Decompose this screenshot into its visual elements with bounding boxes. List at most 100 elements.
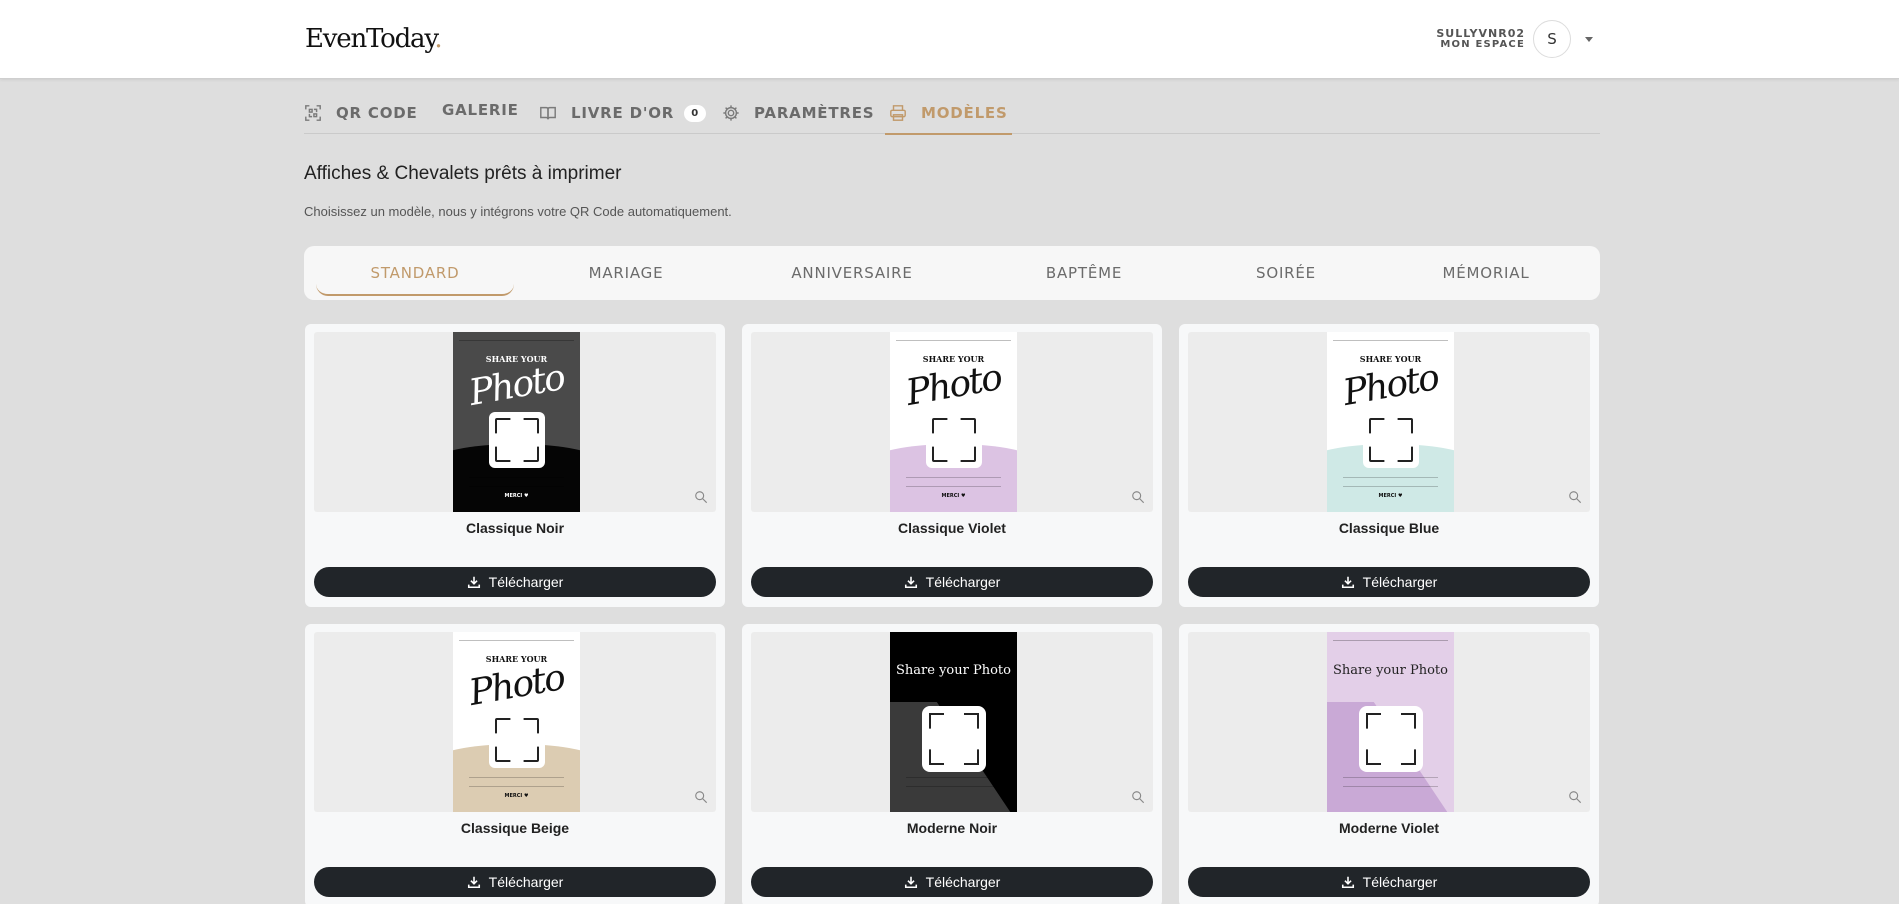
tab-label: PARAMÈTRES bbox=[754, 104, 875, 122]
printer-icon bbox=[890, 105, 906, 121]
template-preview[interactable]: Share your Photo bbox=[1188, 632, 1590, 812]
qr-code-icon bbox=[305, 105, 321, 121]
poster-fine-print bbox=[1343, 477, 1438, 487]
poster-fine-print bbox=[906, 477, 1001, 487]
poster-fine-print bbox=[906, 777, 1001, 787]
book-icon bbox=[540, 106, 556, 120]
tab-qr-code[interactable]: QR CODE bbox=[304, 92, 418, 134]
qr-placeholder bbox=[489, 712, 545, 768]
download-label: Télécharger bbox=[488, 574, 564, 590]
download-button[interactable]: Télécharger bbox=[751, 867, 1153, 897]
poster-rule bbox=[896, 640, 1011, 641]
poster-fine-print bbox=[469, 777, 564, 787]
template-card: SHARE YOUR Photo MERCI ♥ Classique Viole… bbox=[742, 324, 1162, 607]
template-preview[interactable]: Share your Photo bbox=[751, 632, 1153, 812]
download-button[interactable]: Télécharger bbox=[751, 567, 1153, 597]
poster-fine-print bbox=[469, 477, 564, 487]
poster-thumbnail: SHARE YOUR Photo MERCI ♥ bbox=[1327, 332, 1454, 512]
poster-rule bbox=[1333, 640, 1448, 641]
poster-fine-print bbox=[1343, 777, 1438, 787]
download-button[interactable]: Télécharger bbox=[314, 567, 716, 597]
user-menu[interactable]: SULLYVNR02 MON ESPACE S bbox=[1436, 20, 1593, 58]
user-space-label: MON ESPACE bbox=[1440, 39, 1525, 50]
download-button[interactable]: Télécharger bbox=[1188, 567, 1590, 597]
poster-thumbnail: SHARE YOUR Photo MERCI ♥ bbox=[453, 332, 580, 512]
template-name: Classique Beige bbox=[460, 820, 570, 836]
download-icon bbox=[467, 876, 480, 889]
poster-thumbnail: Share your Photo bbox=[1327, 632, 1454, 812]
download-icon bbox=[1341, 876, 1354, 889]
zoom-icon[interactable] bbox=[694, 790, 708, 804]
template-name: Classique Violet bbox=[898, 520, 1006, 536]
gear-icon bbox=[723, 105, 739, 121]
template-card: SHARE YOUR Photo MERCI ♥ Classique Blue … bbox=[1179, 324, 1599, 607]
tab-parametres[interactable]: PARAMÈTRES bbox=[722, 92, 874, 134]
download-button[interactable]: Télécharger bbox=[1188, 867, 1590, 897]
template-preview[interactable]: SHARE YOUR Photo MERCI ♥ bbox=[314, 332, 716, 512]
qr-placeholder bbox=[489, 412, 545, 468]
category-standard[interactable]: STANDARD bbox=[310, 246, 520, 300]
download-icon bbox=[467, 576, 480, 589]
qr-placeholder bbox=[1359, 706, 1423, 772]
template-name: Classique Noir bbox=[465, 520, 565, 536]
tab-modeles[interactable]: MODÈLES bbox=[885, 92, 1012, 135]
category-anniversaire[interactable]: ANNIVERSAIRE bbox=[732, 246, 972, 300]
download-icon bbox=[1341, 576, 1354, 589]
category-soiree[interactable]: SOIRÉE bbox=[1196, 246, 1376, 300]
category-memorial[interactable]: MÉMORIAL bbox=[1378, 246, 1594, 300]
poster-merci: MERCI ♥ bbox=[504, 793, 529, 799]
avatar[interactable]: S bbox=[1533, 20, 1571, 58]
zoom-icon[interactable] bbox=[1131, 490, 1145, 504]
poster-rule bbox=[1333, 340, 1448, 341]
template-name: Moderne Violet bbox=[1338, 820, 1440, 836]
brand-logo[interactable]: EvenToday. bbox=[305, 24, 443, 54]
poster-merci: MERCI ♥ bbox=[941, 493, 966, 499]
tab-galerie[interactable]: GALERIE bbox=[442, 89, 519, 131]
qr-placeholder bbox=[926, 412, 982, 468]
download-icon bbox=[904, 576, 917, 589]
poster-merci: MERCI ♥ bbox=[504, 493, 529, 499]
download-label: Télécharger bbox=[925, 874, 1001, 890]
poster-serif-title: Share your Photo bbox=[1333, 663, 1448, 678]
poster-serif-title: Share your Photo bbox=[896, 663, 1011, 678]
template-card: SHARE YOUR Photo MERCI ♥ Classique Noir … bbox=[305, 324, 725, 607]
download-label: Télécharger bbox=[488, 874, 564, 890]
download-button[interactable]: Télécharger bbox=[314, 867, 716, 897]
template-name: Moderne Noir bbox=[906, 820, 998, 836]
user-name: SULLYVNR02 bbox=[1436, 27, 1525, 40]
template-preview[interactable]: SHARE YOUR Photo MERCI ♥ bbox=[751, 332, 1153, 512]
template-card: Share your Photo Moderne Noir Télécharge… bbox=[742, 624, 1162, 904]
poster-rule bbox=[459, 340, 574, 341]
tab-label: QR CODE bbox=[336, 104, 418, 122]
top-bar: EvenToday. SULLYVNR02 MON ESPACE S bbox=[0, 0, 1899, 79]
template-card: Share your Photo Moderne Violet Téléchar… bbox=[1179, 624, 1599, 904]
page-title: Affiches & Chevalets prêts à imprimer bbox=[304, 163, 622, 184]
template-preview[interactable]: SHARE YOUR Photo MERCI ♥ bbox=[314, 632, 716, 812]
zoom-icon[interactable] bbox=[1568, 790, 1582, 804]
zoom-icon[interactable] bbox=[694, 490, 708, 504]
download-label: Télécharger bbox=[1362, 874, 1438, 890]
template-name: Classique Blue bbox=[1338, 520, 1440, 536]
poster-rule bbox=[896, 340, 1011, 341]
poster-rule bbox=[459, 640, 574, 641]
zoom-icon[interactable] bbox=[1568, 490, 1582, 504]
qr-placeholder bbox=[922, 706, 986, 772]
chevron-down-icon[interactable] bbox=[1585, 36, 1593, 42]
poster-thumbnail: SHARE YOUR Photo MERCI ♥ bbox=[890, 332, 1017, 512]
category-bapteme[interactable]: BAPTÊME bbox=[974, 246, 1194, 300]
poster-thumbnail: Share your Photo bbox=[890, 632, 1017, 812]
template-preview[interactable]: SHARE YOUR Photo MERCI ♥ bbox=[1188, 332, 1590, 512]
category-mariage[interactable]: MARIAGE bbox=[522, 246, 730, 300]
tab-livre-dor[interactable]: LIVRE D'OR 0 bbox=[539, 92, 707, 134]
tab-label: MODÈLES bbox=[921, 104, 1008, 122]
zoom-icon[interactable] bbox=[1131, 790, 1145, 804]
page-subtitle: Choisissez un modèle, nous y intégrons v… bbox=[304, 204, 732, 219]
poster-merci: MERCI ♥ bbox=[1378, 493, 1403, 499]
tab-label: LIVRE D'OR bbox=[571, 104, 675, 122]
tab-label: GALERIE bbox=[442, 101, 519, 119]
user-info: SULLYVNR02 MON ESPACE bbox=[1436, 28, 1525, 50]
count-badge: 0 bbox=[684, 104, 707, 122]
main-nav: QR CODE GALERIE LIVRE D'OR 0 PARAMÈTRES … bbox=[304, 89, 1600, 135]
template-card: SHARE YOUR Photo MERCI ♥ Classique Beige… bbox=[305, 624, 725, 904]
download-icon bbox=[904, 876, 917, 889]
